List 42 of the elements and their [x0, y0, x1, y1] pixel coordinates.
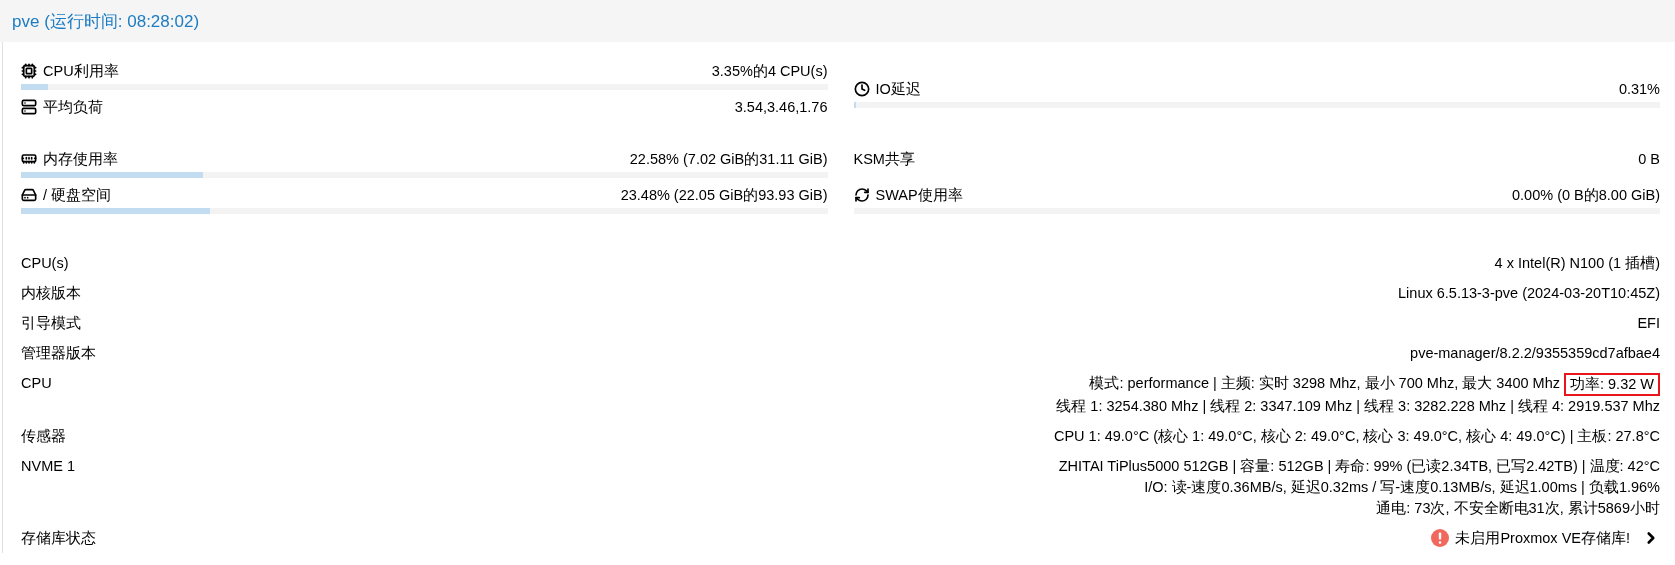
highlighted-value: 功率: 9.32 W	[1564, 372, 1660, 396]
info-value: Linux 6.5.13-3-pve (2024-03-20T10:45Z)	[1398, 283, 1660, 303]
info-label: 传感器	[21, 426, 66, 446]
stat-value: 0.31%	[1618, 81, 1660, 97]
stat-label: CPU利用率	[21, 61, 119, 81]
info-value: pve-manager/8.2.2/9355359cd7afbae4	[1410, 343, 1660, 363]
info-label: CPU(s)	[21, 253, 69, 273]
clock-icon	[853, 81, 870, 97]
stat-value: 3.35%的4 CPU(s)	[711, 61, 828, 81]
info-value: 4 x Intel(R) N100 (1 插槽)	[1494, 253, 1660, 273]
info-value: CPU 1: 49.0°C (核心 1: 49.0°C, 核心 2: 49.0°C, 核心 3: 49.0°C, 核心 4: 49.0°C) | 主板: 27.8°C	[1053, 426, 1660, 446]
stat-label: KSM共享	[853, 149, 915, 169]
info-value: 模式: performance | 主频: 实时 3298 Mhz, 最小 700 Mhz, 最大 3400 Mhz	[1089, 373, 1560, 393]
info-label: 管理器版本	[21, 343, 96, 363]
server-icon	[21, 99, 37, 115]
cpu-icon	[21, 63, 37, 79]
stat-value: 22.58% (7.02 GiB的31.11 GiB)	[629, 149, 828, 169]
warning-icon	[1431, 529, 1450, 547]
stat-label: IO延迟	[853, 79, 921, 99]
hard-drive-icon	[21, 187, 37, 203]
stat-label: 平均负荷	[21, 97, 103, 117]
info-label: CPU	[21, 373, 52, 393]
stat-label: 内存使用率	[21, 149, 118, 169]
info-value: ZHITAI TiPlus5000 512GB | 容量: 512GB | 寿命: 99% (已读2.34TB, 已写2.42TB) | 温度: 42°C	[1058, 456, 1660, 476]
info-label: 存储库状态	[21, 528, 96, 548]
info-label: NVME 1	[21, 456, 75, 476]
refresh-icon	[853, 187, 870, 203]
stat-value: 0.00% (0 B的8.00 GiB)	[1512, 185, 1660, 205]
info-value: I/O: 读-速度0.36MB/s, 延迟0.32ms / 写-速度0.13MB/s, 延迟1.00ms | 负载1.96%	[1144, 477, 1660, 497]
stat-value: 0 B	[1638, 151, 1660, 167]
memory-icon	[21, 151, 37, 167]
info-value: EFI	[1637, 313, 1660, 333]
stat-value: 23.48% (22.05 GiB的93.93 GiB)	[620, 185, 828, 205]
info-label: 内核版本	[21, 283, 81, 303]
info-value: 通电: 73次, 不安全断电31次, 累计5869小时	[1376, 498, 1660, 518]
stat-value: 3.54,3.46,1.76	[734, 99, 828, 115]
repository-status-link[interactable]: 未启用Proxmox VE存储库!	[1431, 527, 1660, 549]
stat-label: / 硬盘空间	[21, 185, 112, 205]
panel-title: pve (运行时间: 08:28:02)	[12, 10, 200, 33]
info-label: 引导模式	[21, 313, 81, 333]
stat-label: SWAP使用率	[853, 185, 963, 205]
info-value: 线程 1: 3254.380 Mhz | 线程 2: 3347.109 Mhz | 线程 3: 3282.228 Mhz | 线程 4: 2919.537 Mhz	[1056, 396, 1660, 416]
